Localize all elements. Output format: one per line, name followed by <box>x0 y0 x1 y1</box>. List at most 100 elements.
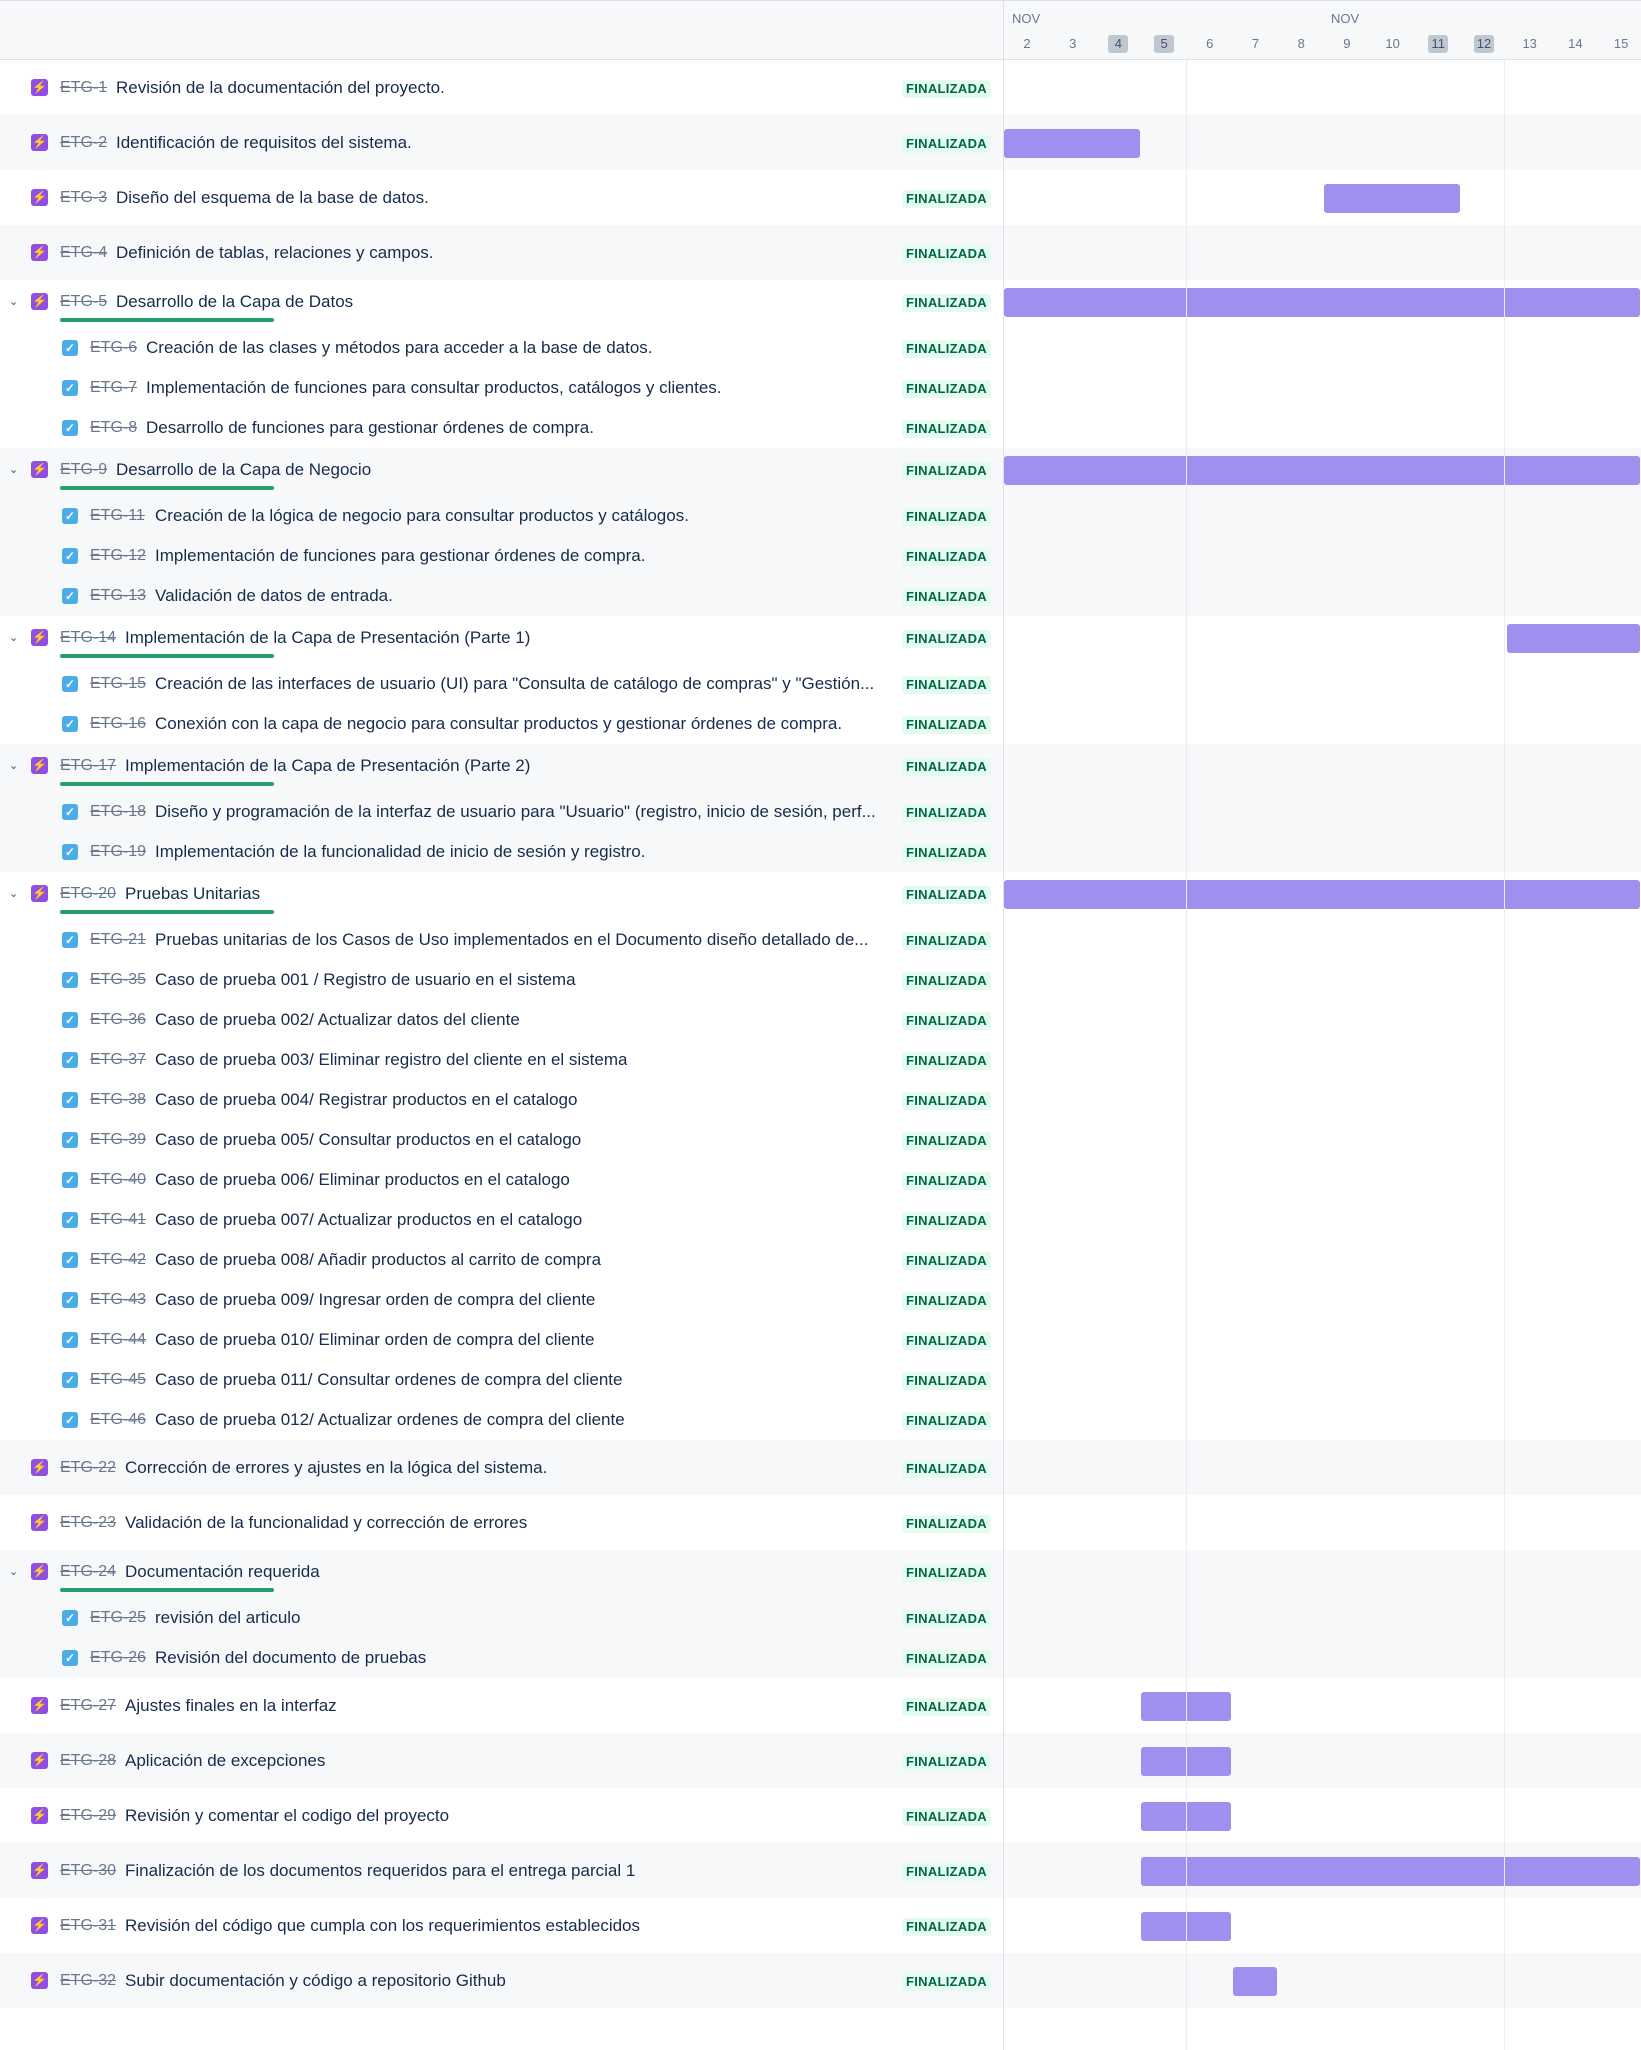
issue-summary[interactable]: Caso de prueba 010/ Eliminar orden de co… <box>155 1330 594 1350</box>
status-badge[interactable]: FINALIZADA <box>902 676 991 694</box>
issue-summary[interactable]: Creación de la lógica de negocio para co… <box>155 506 689 526</box>
issue-key-link[interactable]: ETG-19 <box>90 843 146 861</box>
issue-row[interactable]: ⌄ ⚡ ETG-24 Documentación requerida FINALIZAD… <box>0 1550 1641 1598</box>
issue-row[interactable]: ✓ ETG-8 Desarrollo de funciones para gesti… <box>0 408 1641 448</box>
issue-row[interactable]: ✓ ETG-6 Creación de las clases y métodos p… <box>0 328 1641 368</box>
issue-key-link[interactable]: ETG-15 <box>90 675 146 693</box>
status-badge[interactable]: FINALIZADA <box>902 1092 991 1110</box>
issue-row[interactable]: ✓ ETG-12 Implementación de funciones para … <box>0 536 1641 576</box>
timeline-bar[interactable] <box>1141 1856 1640 1886</box>
issue-row[interactable]: ⚡ ETG-31 Revisión del código que cumpla co… <box>0 1898 1641 1953</box>
chevron-down-icon[interactable]: ⌄ <box>9 760 21 772</box>
issue-summary[interactable]: Desarrollo de funciones para gestionar ó… <box>146 418 594 438</box>
issue-row[interactable]: ⚡ ETG-1 Revisión de la documentación del p… <box>0 60 1641 115</box>
issue-key-link[interactable]: ETG-31 <box>60 1917 116 1935</box>
issue-key-link[interactable]: ETG-46 <box>90 1411 146 1429</box>
issue-summary[interactable]: Caso de prueba 004/ Registrar productos … <box>155 1090 577 1110</box>
status-badge[interactable]: FINALIZADA <box>902 630 991 648</box>
issue-row[interactable]: ✓ ETG-7 Implementación de funciones para c… <box>0 368 1641 408</box>
status-badge[interactable]: FINALIZADA <box>902 1012 991 1030</box>
issue-key-link[interactable]: ETG-29 <box>60 1807 116 1825</box>
status-badge[interactable]: FINALIZADA <box>902 1807 991 1826</box>
status-badge[interactable]: FINALIZADA <box>902 932 991 950</box>
issue-row[interactable]: ⚡ ETG-27 Ajustes finales en la interfaz FIN… <box>0 1678 1641 1733</box>
status-badge[interactable]: FINALIZADA <box>902 1610 991 1628</box>
issue-row[interactable]: ⚡ ETG-32 Subir documentación y código a re… <box>0 1953 1641 2008</box>
issue-summary[interactable]: Desarrollo de la Capa de Negocio <box>116 460 371 480</box>
status-badge[interactable]: FINALIZADA <box>902 1459 991 1478</box>
issue-row[interactable]: ✓ ETG-19 Implementación de la funcionalida… <box>0 832 1641 872</box>
issue-row[interactable]: ⌄ ⚡ ETG-17 Implementación de la Capa de Pre… <box>0 744 1641 792</box>
issue-key-link[interactable]: ETG-1 <box>60 79 107 97</box>
issue-summary[interactable]: Aplicación de excepciones <box>125 1751 325 1771</box>
issue-key-link[interactable]: ETG-22 <box>60 1459 116 1477</box>
timeline-bar[interactable] <box>1506 624 1640 653</box>
issue-summary[interactable]: Revisión y comentar el codigo del proyec… <box>125 1806 449 1826</box>
status-badge[interactable]: FINALIZADA <box>902 189 991 208</box>
issue-summary[interactable]: Caso de prueba 008/ Añadir productos al … <box>155 1250 601 1270</box>
issue-row[interactable]: ✓ ETG-16 Conexión con la capa de negocio p… <box>0 704 1641 744</box>
issue-key-link[interactable]: ETG-38 <box>90 1091 146 1109</box>
issue-row[interactable]: ✓ ETG-41 Caso de prueba 007/ Actualizar pr… <box>0 1200 1641 1240</box>
status-badge[interactable]: FINALIZADA <box>902 462 991 480</box>
issue-key-link[interactable]: ETG-20 <box>60 885 116 903</box>
timeline-bar[interactable] <box>1004 288 1640 317</box>
status-badge[interactable]: FINALIZADA <box>902 1972 991 1991</box>
issue-row[interactable]: ✓ ETG-35 Caso de prueba 001 / Registro de … <box>0 960 1641 1000</box>
status-badge[interactable]: FINALIZADA <box>902 758 991 776</box>
issue-summary[interactable]: Caso de prueba 011/ Consultar ordenes de… <box>155 1370 622 1390</box>
status-badge[interactable]: FINALIZADA <box>902 508 991 526</box>
status-badge[interactable]: FINALIZADA <box>902 588 991 606</box>
issue-summary[interactable]: Identificación de requisitos del sistema… <box>116 133 412 153</box>
status-badge[interactable]: FINALIZADA <box>902 1564 991 1582</box>
issue-row[interactable]: ⚡ ETG-2 Identificación de requisitos del s… <box>0 115 1641 170</box>
issue-summary[interactable]: Ajustes finales en la interfaz <box>125 1696 337 1716</box>
issue-summary[interactable]: Diseño del esquema de la base de datos. <box>116 188 429 208</box>
issue-summary[interactable]: Creación de las interfaces de usuario (U… <box>155 674 874 694</box>
status-badge[interactable]: FINALIZADA <box>902 1332 991 1350</box>
issue-summary[interactable]: Implementación de la Capa de Presentació… <box>125 756 530 776</box>
issue-key-link[interactable]: ETG-7 <box>90 379 137 397</box>
issue-key-link[interactable]: ETG-30 <box>60 1862 116 1880</box>
issue-summary[interactable]: Caso de prueba 002/ Actualizar datos del… <box>155 1010 520 1030</box>
issue-key-link[interactable]: ETG-39 <box>90 1131 146 1149</box>
issue-summary[interactable]: Caso de prueba 005/ Consultar productos … <box>155 1130 581 1150</box>
status-badge[interactable]: FINALIZADA <box>902 134 991 153</box>
timeline-bar[interactable] <box>1004 128 1141 158</box>
status-badge[interactable]: FINALIZADA <box>902 1252 991 1270</box>
issue-summary[interactable]: Implementación de funciones para consult… <box>146 378 722 398</box>
pane-divider[interactable] <box>1003 0 1004 2050</box>
issue-key-link[interactable]: ETG-43 <box>90 1291 146 1309</box>
issue-summary[interactable]: Caso de prueba 009/ Ingresar orden de co… <box>155 1290 595 1310</box>
issue-summary[interactable]: Creación de las clases y métodos para ac… <box>146 338 653 358</box>
issue-summary[interactable]: Conexión con la capa de negocio para con… <box>155 714 842 734</box>
issue-summary[interactable]: Subir documentación y código a repositor… <box>125 1971 506 1991</box>
status-badge[interactable]: FINALIZADA <box>902 340 991 358</box>
issue-row[interactable]: ✓ ETG-40 Caso de prueba 006/ Eliminar prod… <box>0 1160 1641 1200</box>
issue-key-link[interactable]: ETG-42 <box>90 1251 146 1269</box>
issue-key-link[interactable]: ETG-40 <box>90 1171 146 1189</box>
status-badge[interactable]: FINALIZADA <box>902 1052 991 1070</box>
status-badge[interactable]: FINALIZADA <box>902 1212 991 1230</box>
issue-key-link[interactable]: ETG-8 <box>90 419 137 437</box>
issue-key-link[interactable]: ETG-12 <box>90 547 146 565</box>
issue-row[interactable]: ✓ ETG-46 Caso de prueba 012/ Actualizar or… <box>0 1400 1641 1440</box>
status-badge[interactable]: FINALIZADA <box>902 804 991 822</box>
issue-row[interactable]: ✓ ETG-42 Caso de prueba 008/ Añadir produc… <box>0 1240 1641 1280</box>
timeline-bar[interactable] <box>1004 456 1640 485</box>
issue-row[interactable]: ✓ ETG-45 Caso de prueba 011/ Consultar ord… <box>0 1360 1641 1400</box>
issue-summary[interactable]: Revisión del código que cumpla con los r… <box>125 1916 640 1936</box>
issue-key-link[interactable]: ETG-36 <box>90 1011 146 1029</box>
chevron-down-icon[interactable]: ⌄ <box>9 1566 21 1578</box>
issue-key-link[interactable]: ETG-14 <box>60 629 116 647</box>
issue-summary[interactable]: Desarrollo de la Capa de Datos <box>116 292 353 312</box>
status-badge[interactable]: FINALIZADA <box>902 420 991 438</box>
issue-key-link[interactable]: ETG-24 <box>60 1563 116 1581</box>
issue-key-link[interactable]: ETG-11 <box>90 507 145 525</box>
issue-row[interactable]: ✓ ETG-18 Diseño y programación de la inter… <box>0 792 1641 832</box>
issue-row[interactable]: ✓ ETG-38 Caso de prueba 004/ Registrar pro… <box>0 1080 1641 1120</box>
issue-row[interactable]: ⌄ ⚡ ETG-14 Implementación de la Capa de Pre… <box>0 616 1641 664</box>
timeline-bar[interactable] <box>1004 880 1640 909</box>
issue-summary[interactable]: Caso de prueba 006/ Eliminar productos e… <box>155 1170 570 1190</box>
issue-summary[interactable]: Caso de prueba 012/ Actualizar ordenes d… <box>155 1410 625 1430</box>
